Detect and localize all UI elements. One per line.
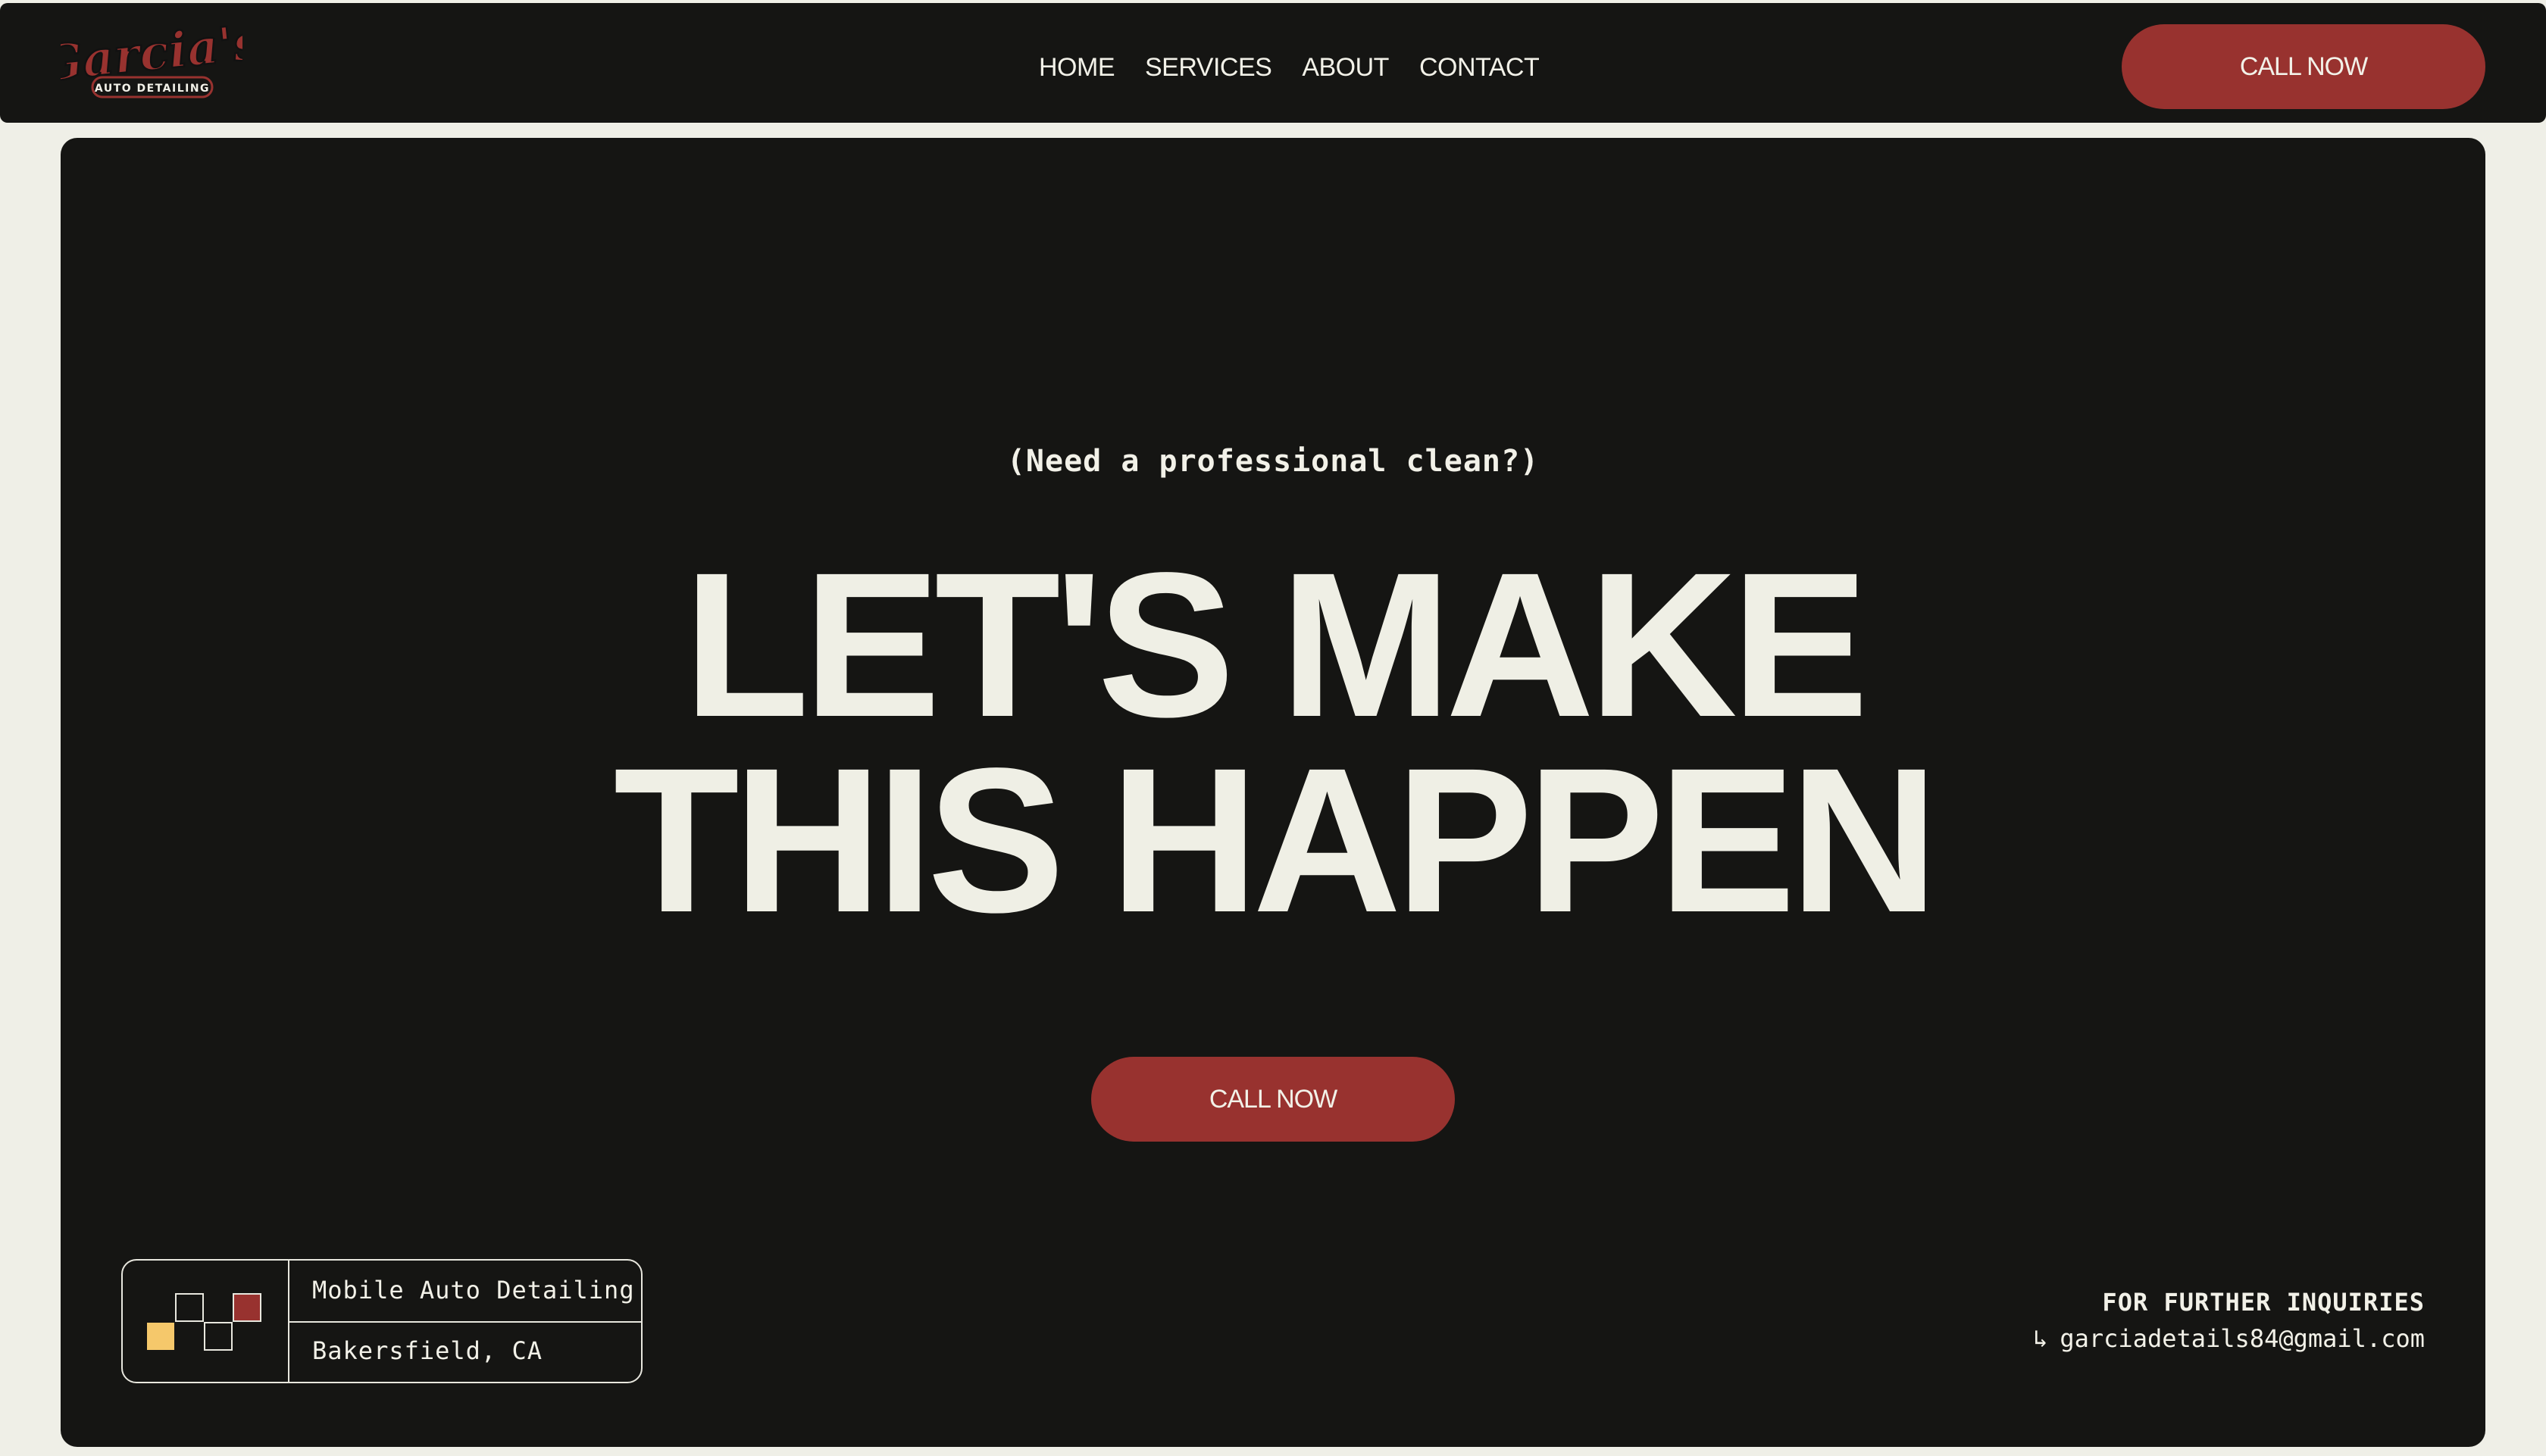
email-row: ↳ garciadetails84@gmail.com <box>2033 1324 2425 1353</box>
hero-headline: LET'S MAKE THIS HAPPEN <box>61 542 2485 943</box>
hero-tagline: (Need a professional clean?) <box>1006 444 1540 479</box>
arrow-return-icon: ↳ <box>2033 1324 2048 1353</box>
hero-section: (Need a professional clean?) LET'S MAKE … <box>61 138 2485 1447</box>
top-navbar: Garcia's AUTO DETAILING HOME SERVICES AB… <box>0 3 2546 123</box>
inquiries-block: FOR FURTHER INQUIRIES ↳ garciadetails84@… <box>2033 1288 2425 1353</box>
main-nav: HOME SERVICES ABOUT CONTACT <box>1039 48 1540 86</box>
logo-subtext: AUTO DETAILING <box>95 83 210 95</box>
nav-link-home[interactable]: HOME <box>1039 53 1115 83</box>
card-divider-horizontal <box>288 1321 641 1323</box>
hero-call-now-button[interactable]: CALL NOW <box>1091 1057 1455 1142</box>
nav-link-about[interactable]: ABOUT <box>1302 53 1389 83</box>
inquiries-heading: FOR FURTHER INQUIRIES <box>2102 1288 2425 1317</box>
location-text: Bakersfield, CA <box>312 1336 543 1365</box>
header-call-now-button[interactable]: CALL NOW <box>2122 24 2485 109</box>
nav-link-contact[interactable]: CONTACT <box>1419 53 1540 83</box>
service-type-text: Mobile Auto Detailing <box>312 1276 635 1304</box>
checkered-flag-icon <box>147 1293 261 1351</box>
email-link[interactable]: garciadetails84@gmail.com <box>2060 1324 2425 1353</box>
garcias-logo[interactable]: Garcia's AUTO DETAILING <box>61 23 242 106</box>
nav-link-services[interactable]: SERVICES <box>1145 53 1272 83</box>
business-info-card: Mobile Auto Detailing Bakersfield, CA <box>121 1259 643 1383</box>
headline-line-2: THIS HAPPEN <box>613 725 1939 955</box>
